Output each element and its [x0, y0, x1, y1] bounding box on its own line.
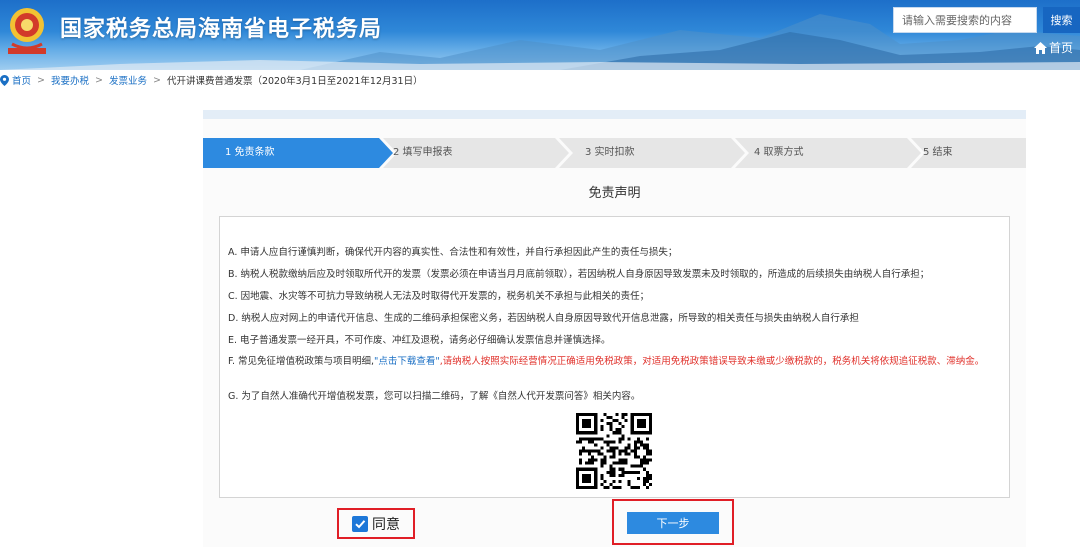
- breadcrumb-separator: >: [37, 74, 45, 86]
- term-d: D. 纳税人应对网上的申请代开信息、生成的二维码承担保密义务，若因纳税人自身原因…: [228, 313, 859, 324]
- site-title: 国家税务总局海南省电子税务局: [60, 17, 383, 42]
- next-step-button[interactable]: 下一步: [627, 512, 719, 534]
- panel-top-bar: [203, 110, 1026, 119]
- step-3-label: 3 实时扣款: [585, 147, 635, 158]
- download-link[interactable]: "点击下载查看": [374, 356, 440, 367]
- checkbox-checked-icon: [352, 515, 368, 532]
- tax-emblem-icon: [8, 8, 46, 54]
- breadcrumb-invoice-services[interactable]: 发票业务: [109, 73, 147, 87]
- breadcrumb-current-page: 代开讲课费普通发票（2020年3月1日至2021年12月31日）: [166, 76, 423, 87]
- next-button-highlight: 下一步: [612, 499, 734, 545]
- term-b: B. 纳税人税款缴纳后应及时领取所代开的发票（发票必须在申请当月月底前领取），若…: [228, 269, 930, 280]
- step-5-label: 5 结束: [923, 147, 953, 158]
- breadcrumb: 首页 > 我要办税 > 发票业务 > 代开讲课费普通发票（2020年3月1日至2…: [0, 71, 423, 89]
- notice-title: 免责声明: [588, 186, 641, 201]
- home-icon: [1034, 41, 1047, 54]
- breadcrumb-home[interactable]: 首页: [12, 73, 31, 87]
- step-2-label: 2 填写申报表: [393, 147, 453, 158]
- location-pin-icon: [0, 74, 9, 86]
- terms-box: A. 申请人应自行谨慎判断，确保代开内容的真实性、合法性和有效性，并自行承担因此…: [219, 216, 1010, 498]
- term-g: G. 为了自然人准确代开增值税发票，您可以扫描二维码，了解《自然人代开发票问答》…: [228, 391, 641, 402]
- term-e: E. 电子普通发票一经开具，不可作废、冲红及退税，请务必仔细确认发票信息并谨慎选…: [228, 335, 611, 346]
- search-button[interactable]: 搜索: [1043, 7, 1080, 33]
- agree-label: 同意: [372, 516, 400, 533]
- term-c: C. 因地震、水灾等不可抗力导致纳税人无法及时取得代开发票的，税务机关不承担与此…: [228, 291, 650, 302]
- breadcrumb-separator: >: [95, 74, 103, 86]
- term-a: A. 申请人应自行谨慎判断，确保代开内容的真实性、合法性和有效性，并自行承担因此…: [228, 247, 678, 258]
- term-f: F. 常见免征增值税政策与项目明细,"点击下载查看",请纳税人按照实际经营情况正…: [228, 354, 1003, 369]
- step-progress-bar: 1 免责条款 2 填写申报表 3 实时扣款 4 取票方式 5 结束: [203, 138, 1026, 168]
- agree-checkbox[interactable]: 同意: [337, 508, 415, 539]
- search-input[interactable]: [893, 7, 1037, 33]
- breadcrumb-separator: >: [152, 74, 161, 86]
- home-link-label: 首页: [1049, 41, 1074, 55]
- qr-code: [576, 413, 652, 489]
- form-panel: 1 免责条款 2 填写申报表 3 实时扣款 4 取票方式 5 结束 免责声明 A…: [203, 110, 1026, 547]
- term-f-warning: ,请纳税人按照实际经营情况正确适用免税政策，对适用免税政策错误导致未缴或少缴税款…: [439, 356, 985, 367]
- step-4-label: 4 取票方式: [754, 147, 804, 158]
- step-1-label: 1 免责条款: [225, 147, 275, 158]
- site-header: 国家税务总局海南省电子税务局 搜索 首页: [0, 0, 1080, 70]
- breadcrumb-tax-services[interactable]: 我要办税: [51, 73, 89, 87]
- term-f-prefix: F. 常见免征增值税政策与项目明细,: [228, 356, 374, 367]
- home-link[interactable]: 首页: [1034, 39, 1073, 56]
